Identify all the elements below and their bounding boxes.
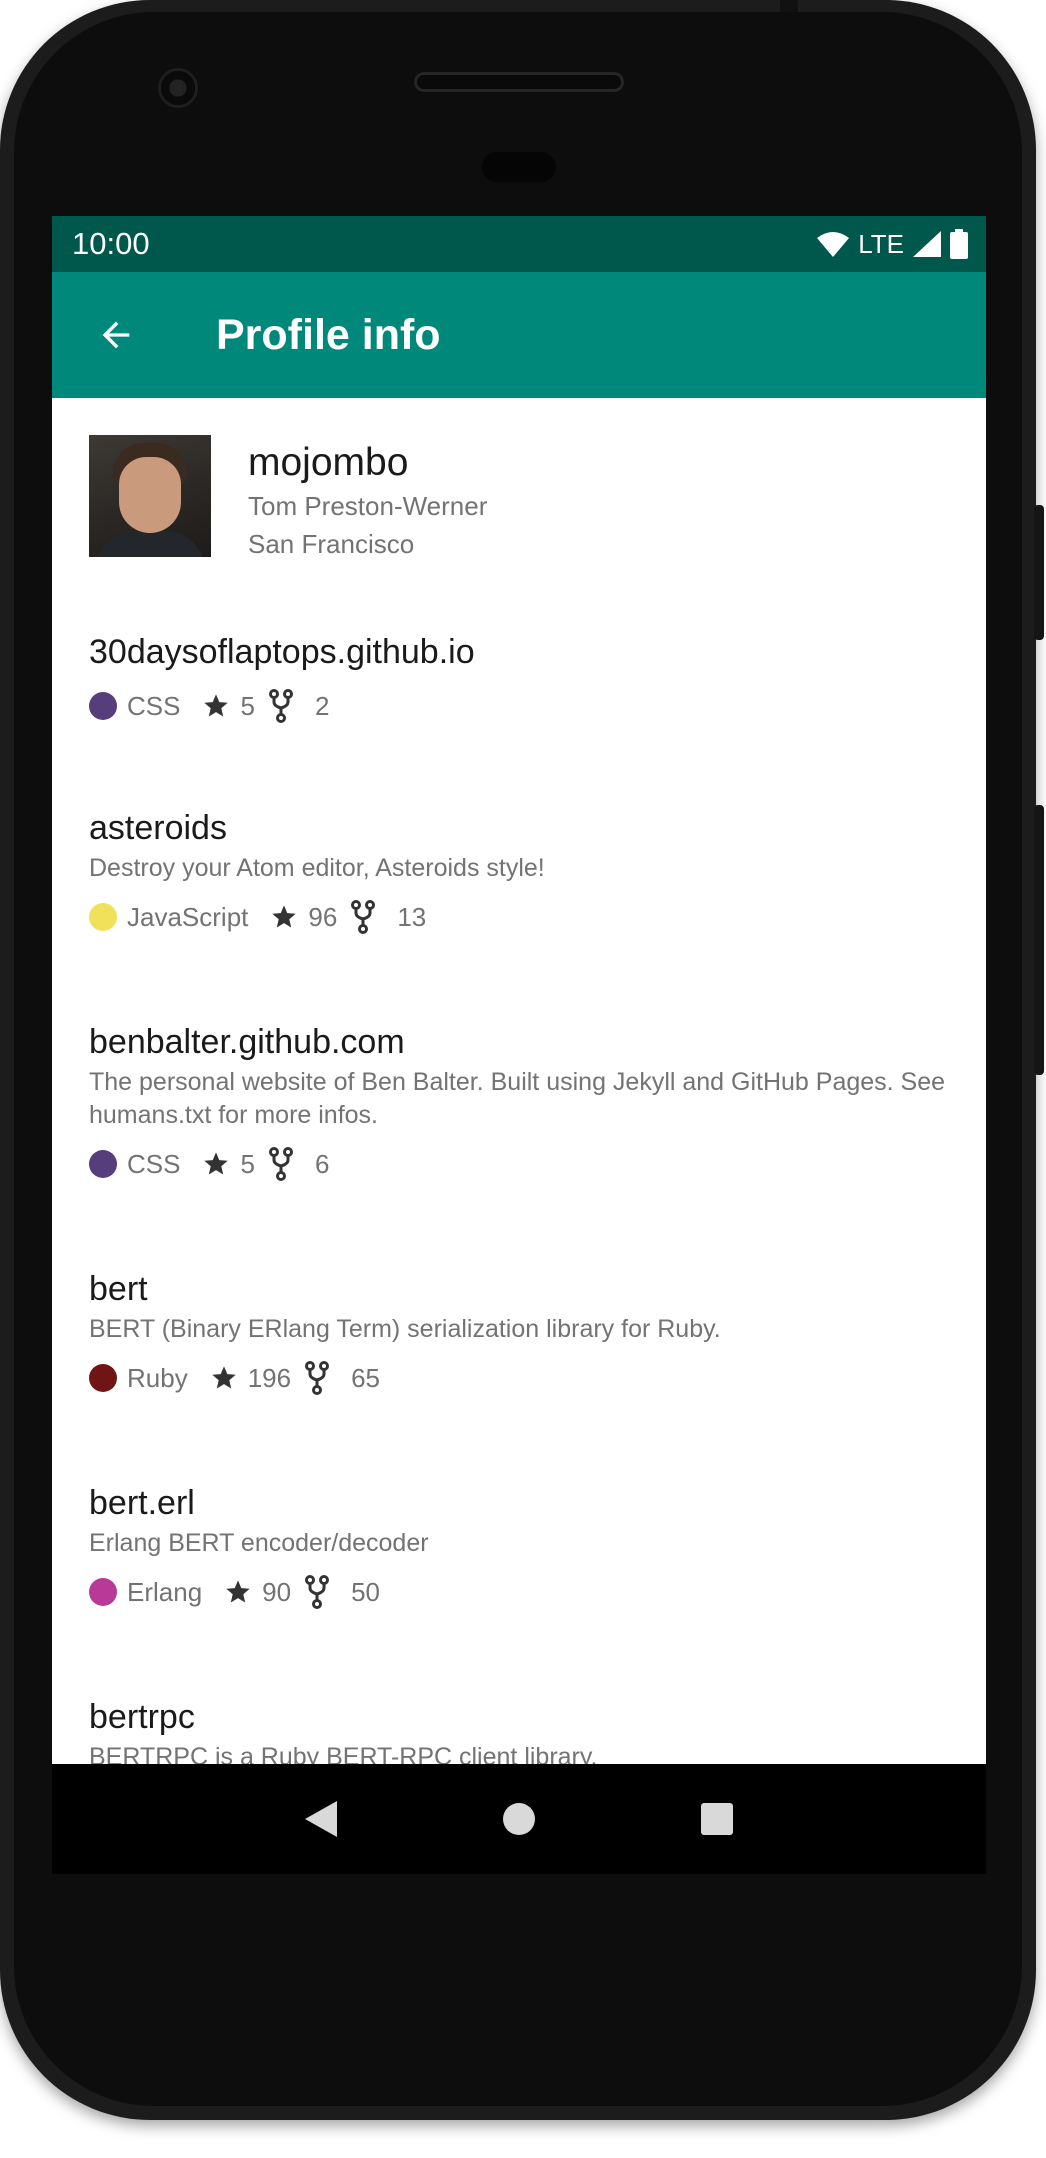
repo-item[interactable]: bert.erl Erlang BERT encoder/decoder Erl… [89, 1481, 949, 1610]
repo-name: bert [89, 1270, 148, 1308]
repo-name: bertrpc [89, 1698, 195, 1736]
nav-back-icon [305, 1801, 337, 1837]
repo-meta: CSS 5 6 [89, 1146, 949, 1182]
repo-meta: Ruby 196 65 [89, 1360, 949, 1396]
front-camera [158, 68, 198, 108]
repo-description: BERTRPC is a Ruby BERT-RPC client librar… [89, 1743, 598, 1764]
arrow-back-icon [102, 321, 130, 349]
repo-description: Destroy your Atom editor, Asteroids styl… [89, 854, 545, 882]
location: San Francisco [248, 529, 415, 559]
fork-icon [268, 689, 293, 723]
repo-name: 30daysoflaptops.github.io [89, 633, 475, 671]
repo-language: JavaScript [127, 901, 249, 932]
page-title: Profile info [216, 310, 441, 359]
star-icon [210, 1364, 238, 1392]
profile-content[interactable]: mojombo Tom Preston-Werner San Francisco… [52, 398, 986, 1764]
profile-header: mojombo Tom Preston-Werner San Francisco [89, 435, 487, 563]
repo-stars: 5 [240, 1148, 255, 1179]
fork-icon [351, 900, 376, 934]
repo-meta: Erlang 90 50 [89, 1574, 949, 1610]
language-color-dot [89, 1364, 117, 1392]
repo-stars: 96 [308, 901, 338, 932]
status-bar: 10:00 LTE [52, 216, 986, 272]
volume-button [1034, 805, 1044, 1075]
repo-item[interactable]: 30daysoflaptops.github.io CSS 5 2 [89, 630, 949, 724]
status-icons: LTE [816, 229, 968, 260]
repo-item[interactable]: asteroids Destroy your Atom editor, Aste… [89, 806, 949, 935]
network-type: LTE [858, 228, 904, 259]
language-color-dot [89, 1150, 117, 1178]
fork-icon [268, 1147, 293, 1181]
language-color-dot [89, 903, 117, 931]
avatar [89, 435, 211, 557]
repo-language: CSS [127, 690, 181, 721]
star-icon [224, 1578, 252, 1606]
repo-forks: 50 [351, 1576, 380, 1607]
repo-language: Ruby [127, 1362, 188, 1393]
full-name: Tom Preston-Werner [248, 491, 488, 521]
repo-forks: 6 [314, 1148, 330, 1179]
repo-name: bert.erl [89, 1484, 195, 1522]
repo-item[interactable]: benbalter.github.com The personal websit… [89, 1020, 949, 1182]
back-button[interactable] [72, 291, 160, 379]
nav-back-button[interactable] [291, 1789, 351, 1849]
repo-language: Erlang [127, 1576, 203, 1607]
signal-icon [913, 231, 941, 257]
repo-stars: 5 [240, 690, 255, 721]
repo-forks: 2 [314, 690, 330, 721]
app-bar: Profile info [52, 272, 986, 398]
repo-meta: CSS 5 2 [89, 688, 949, 724]
repo-language: CSS [127, 1148, 181, 1179]
nav-home-icon [503, 1803, 535, 1835]
repo-stars: 196 [247, 1362, 292, 1393]
status-time: 10:00 [72, 226, 150, 261]
repo-description: BERT (Binary ERlang Term) serialization … [89, 1315, 721, 1343]
repo-forks: 13 [397, 901, 427, 932]
repo-name: asteroids [89, 809, 227, 847]
star-icon [202, 692, 230, 720]
language-color-dot [89, 692, 117, 720]
battery-icon [950, 229, 968, 259]
star-icon [202, 1150, 230, 1178]
repo-stars: 90 [262, 1576, 292, 1607]
repo-name: benbalter.github.com [89, 1023, 405, 1061]
power-button [1034, 505, 1044, 640]
repo-item[interactable]: bertrpc BERTRPC is a Ruby BERT-RPC clien… [89, 1695, 949, 1764]
repo-item[interactable]: bert BERT (Binary ERlang Term) serializa… [89, 1267, 949, 1396]
star-icon [270, 903, 298, 931]
fork-icon [305, 1575, 330, 1609]
repo-forks: 65 [351, 1362, 381, 1393]
repo-meta: JavaScript 96 13 [89, 899, 949, 935]
fork-icon [305, 1361, 330, 1395]
wifi-icon [817, 232, 850, 257]
language-color-dot [89, 1578, 117, 1606]
proximity-sensor [482, 152, 556, 182]
repo-description: The personal website of Ben Balter. Buil… [89, 1068, 946, 1129]
nav-home-button[interactable] [489, 1789, 549, 1849]
nav-recents-button[interactable] [687, 1789, 747, 1849]
screen: 10:00 LTE Profile info mojombo Tom Prest… [52, 216, 986, 1764]
earpiece-speaker [414, 72, 624, 92]
username: mojombo [248, 441, 409, 484]
nav-recents-icon [701, 1803, 733, 1835]
repo-description: Erlang BERT encoder/decoder [89, 1529, 429, 1557]
system-nav-bar [52, 1764, 986, 1874]
